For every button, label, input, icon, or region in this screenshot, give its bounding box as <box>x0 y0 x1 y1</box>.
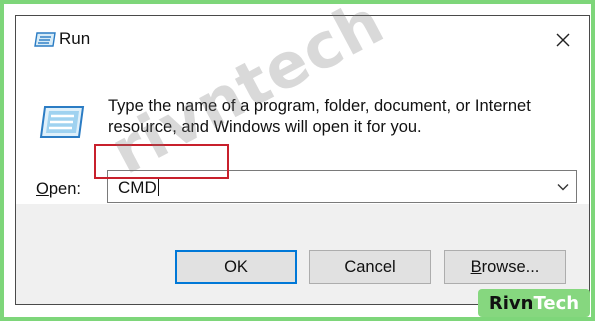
close-icon <box>556 33 570 47</box>
window-title: Run <box>59 29 91 48</box>
brand-logo: Rivn Tech <box>478 289 590 317</box>
open-input-value: CMD <box>118 178 157 197</box>
description-text: Type the name of a program, folder, docu… <box>108 97 531 136</box>
brand-part1: Rivn <box>488 292 534 314</box>
open-input[interactable]: CMD <box>118 177 159 198</box>
open-label: Open: <box>36 180 81 199</box>
run-icon <box>36 104 86 140</box>
browse-rest: rowse... <box>481 257 540 276</box>
browse-accel: B <box>470 257 482 276</box>
run-app-icon <box>33 31 57 48</box>
outer-frame: Run Type the name of a program, folder, … <box>0 0 595 321</box>
close-button[interactable] <box>547 24 579 56</box>
dialog-body: Type the name of a program, folder, docu… <box>16 62 589 204</box>
title-bar[interactable]: Run <box>16 16 589 62</box>
text-cursor <box>157 177 159 196</box>
run-dialog: Run Type the name of a program, folder, … <box>15 15 590 305</box>
ok-button[interactable]: OK <box>175 250 297 284</box>
cancel-button[interactable]: Cancel <box>309 250 431 284</box>
open-label-rest: pen: <box>48 180 81 198</box>
chevron-down-icon <box>557 184 569 191</box>
browse-button[interactable]: Browse... <box>444 250 566 284</box>
dropdown-button[interactable] <box>556 180 570 194</box>
brand-part2: Tech <box>533 292 580 314</box>
open-combobox[interactable]: CMD <box>107 170 577 203</box>
open-label-accel: O <box>36 180 49 198</box>
